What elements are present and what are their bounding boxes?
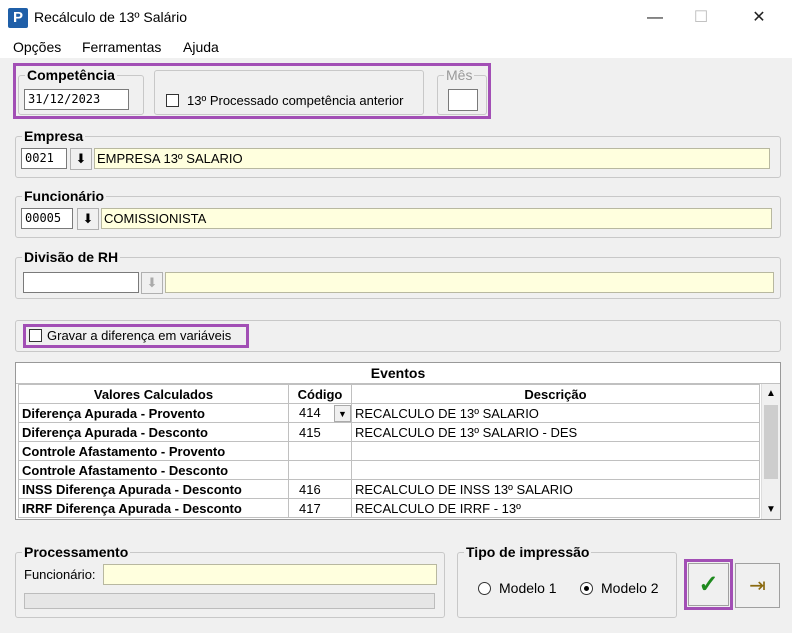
col-header-descricao[interactable]: Descrição bbox=[351, 384, 760, 404]
cell-codigo[interactable]: 416 bbox=[288, 479, 352, 499]
cell-codigo[interactable] bbox=[288, 441, 352, 461]
cell-valor: Controle Afastamento - Desconto bbox=[18, 460, 289, 480]
radio-modelo-2[interactable] bbox=[580, 582, 593, 595]
empresa-lookup-button[interactable]: ⬇ bbox=[70, 148, 92, 170]
download-icon: ⬇ bbox=[82, 211, 94, 226]
cell-descricao: RECALCULO DE 13º SALARIO - DES bbox=[351, 422, 760, 442]
cell-codigo[interactable]: 417 bbox=[288, 498, 352, 518]
dropdown-arrow-icon[interactable]: ▼ bbox=[334, 404, 351, 422]
table-row[interactable]: Diferença Apurada - Provento 414 ▼ RECALC… bbox=[18, 403, 760, 423]
divisao-name-field bbox=[165, 272, 774, 293]
empresa-code-input[interactable]: 0021 bbox=[21, 148, 67, 169]
cell-descricao: RECALCULO DE 13º SALARIO bbox=[351, 403, 760, 423]
tipo-impressao-label: Tipo de impressão bbox=[466, 544, 590, 560]
codigo-value: 414 bbox=[299, 404, 321, 420]
maximize-button[interactable]: ☐ bbox=[678, 0, 724, 36]
cell-valor: IRRF Diferença Apurada - Desconto bbox=[18, 498, 289, 518]
minimize-button[interactable]: — bbox=[632, 0, 678, 36]
scroll-thumb[interactable] bbox=[764, 405, 778, 479]
progress-bar bbox=[24, 593, 435, 609]
eventos-grid: Eventos Valores Calculados Código Descri… bbox=[15, 362, 781, 520]
processamento-funcionario-label: Funcionário: bbox=[24, 567, 96, 582]
download-icon: ⬇ bbox=[146, 275, 158, 290]
funcionario-code-input[interactable]: 00005 bbox=[21, 208, 73, 229]
col-header-codigo[interactable]: Código bbox=[288, 384, 352, 404]
cell-valor: Diferença Apurada - Provento bbox=[18, 403, 289, 423]
funcionario-lookup-button[interactable]: ⬇ bbox=[77, 208, 99, 230]
cell-descricao bbox=[351, 441, 760, 461]
exit-button[interactable]: ⇥ bbox=[735, 563, 780, 608]
table-row[interactable]: INSS Diferença Apurada - Desconto 416 RE… bbox=[18, 479, 760, 499]
competencia-highlight bbox=[13, 63, 491, 119]
close-button[interactable]: ✕ bbox=[736, 0, 782, 36]
radio-modelo-1-label: Modelo 1 bbox=[499, 580, 557, 596]
window-title: Recálculo de 13º Salário bbox=[34, 9, 187, 25]
table-row[interactable]: IRRF Diferença Apurada - Desconto 417 RE… bbox=[18, 498, 760, 518]
divisao-label: Divisão de RH bbox=[24, 249, 119, 265]
vertical-scrollbar[interactable]: ▲ ▼ bbox=[761, 384, 780, 519]
cell-descricao: RECALCULO DE IRRF - 13º bbox=[351, 498, 760, 518]
table-row[interactable]: Diferença Apurada - Desconto 415 RECALCU… bbox=[18, 422, 760, 442]
funcionario-name-field: COMISSIONISTA bbox=[101, 208, 772, 229]
radio-selected-dot bbox=[584, 586, 589, 591]
eventos-title: Eventos bbox=[16, 363, 780, 384]
table-row[interactable]: Controle Afastamento - Provento bbox=[18, 441, 760, 461]
cell-valor: INSS Diferença Apurada - Desconto bbox=[18, 479, 289, 499]
cell-codigo[interactable] bbox=[288, 460, 352, 480]
exit-door-icon: ⇥ bbox=[749, 575, 766, 597]
cell-valor: Controle Afastamento - Provento bbox=[18, 441, 289, 461]
menu-opcoes[interactable]: Opções bbox=[13, 39, 61, 55]
cell-descricao: RECALCULO DE INSS 13º SALARIO bbox=[351, 479, 760, 499]
cell-descricao bbox=[351, 460, 760, 480]
processamento-funcionario-field bbox=[103, 564, 437, 585]
divisao-code-input[interactable] bbox=[23, 272, 139, 293]
cell-valor: Diferença Apurada - Desconto bbox=[18, 422, 289, 442]
processamento-label: Processamento bbox=[24, 544, 129, 560]
cell-codigo[interactable]: 414 ▼ bbox=[288, 403, 352, 423]
scroll-down-icon[interactable]: ▼ bbox=[762, 500, 780, 519]
table-row[interactable]: Controle Afastamento - Desconto bbox=[18, 460, 760, 480]
cell-codigo[interactable]: 415 bbox=[288, 422, 352, 442]
empresa-label: Empresa bbox=[24, 128, 84, 144]
radio-modelo-1[interactable] bbox=[478, 582, 491, 595]
confirm-highlight bbox=[684, 559, 733, 610]
empresa-name-field: EMPRESA 13º SALARIO bbox=[94, 148, 770, 169]
gravar-highlight bbox=[23, 324, 249, 348]
scroll-up-icon[interactable]: ▲ bbox=[762, 384, 780, 403]
funcionario-label: Funcionário bbox=[24, 188, 105, 204]
menu-ferramentas[interactable]: Ferramentas bbox=[82, 39, 161, 55]
divisao-lookup-button[interactable]: ⬇ bbox=[141, 272, 163, 294]
download-icon: ⬇ bbox=[75, 151, 87, 166]
radio-modelo-2-label: Modelo 2 bbox=[601, 580, 659, 596]
menu-ajuda[interactable]: Ajuda bbox=[183, 39, 219, 55]
app-icon: P bbox=[8, 8, 28, 28]
col-header-valores[interactable]: Valores Calculados bbox=[18, 384, 289, 404]
